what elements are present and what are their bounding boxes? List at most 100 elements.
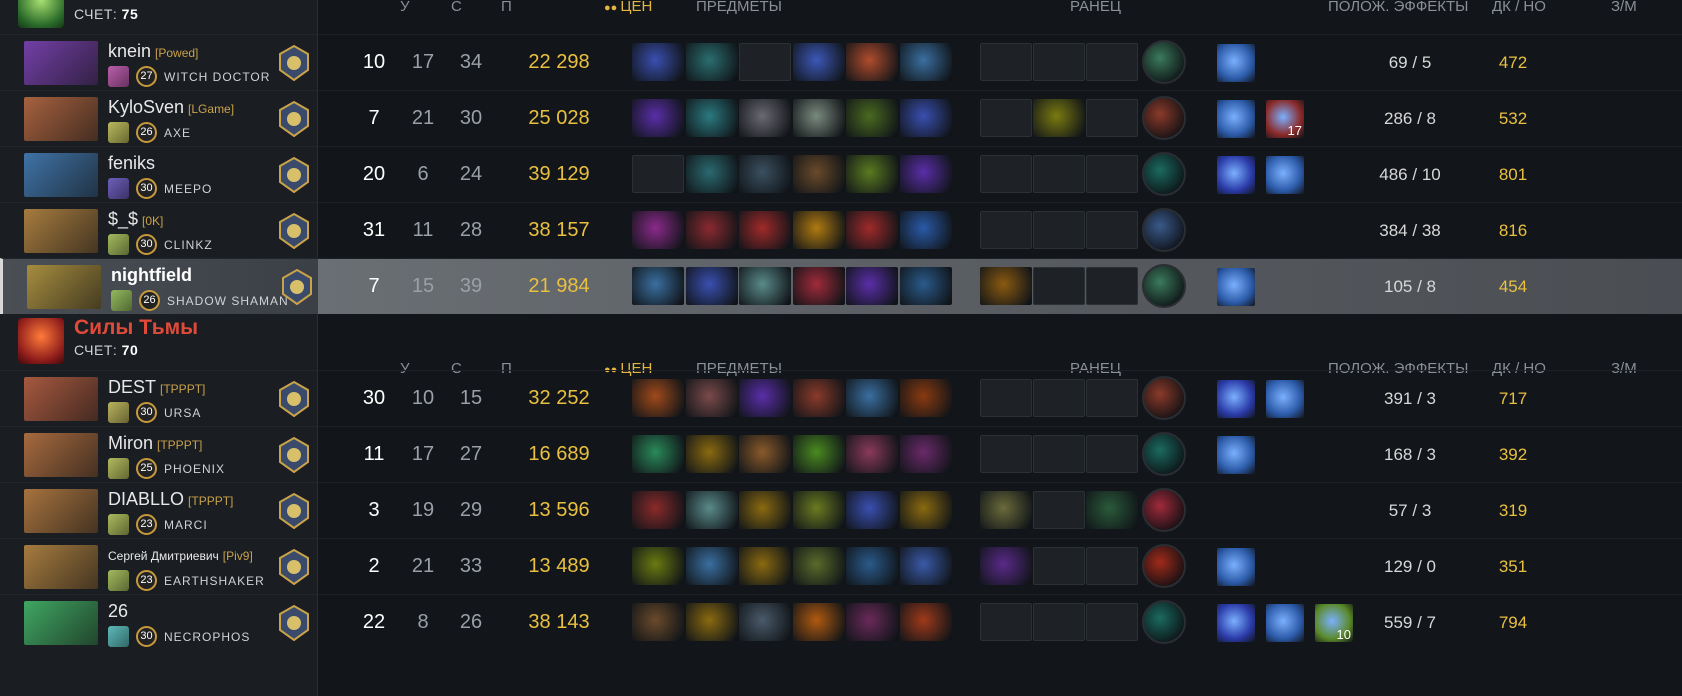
backpack-item-icon[interactable] [980, 547, 1032, 585]
neutral-item-icon[interactable] [1142, 432, 1186, 476]
hero-portrait[interactable] [24, 489, 98, 533]
player-row[interactable]: Miron [TPPPT] 25 PHOENIX [0, 426, 318, 482]
player-row[interactable]: 26 30 NECROPHOS [0, 594, 318, 650]
neutral-item-icon[interactable] [1142, 152, 1186, 196]
col-header-gold[interactable]: ●● ЦЕН [604, 0, 652, 15]
item-icon[interactable] [899, 491, 952, 529]
backpack-item-icon[interactable] [980, 491, 1032, 529]
rank-medal-icon[interactable] [274, 435, 314, 475]
empty-backpack-slot[interactable] [1086, 603, 1138, 641]
stats-row[interactable]: 22 8 26 38 143 10 559 / 7 794 [318, 594, 1682, 650]
rank-medal-icon[interactable] [277, 267, 317, 307]
item-icon[interactable] [792, 491, 845, 529]
neutral-item-icon[interactable] [1142, 96, 1186, 140]
item-icon[interactable] [899, 43, 952, 81]
item-icon[interactable] [685, 603, 738, 641]
item-icon[interactable] [739, 155, 791, 193]
item-icon[interactable] [739, 99, 791, 137]
player-row[interactable]: feniks 30 MEEPO [0, 146, 318, 202]
empty-backpack-slot[interactable] [1086, 43, 1138, 81]
hero-portrait[interactable] [24, 41, 98, 85]
empty-backpack-slot[interactable] [1033, 435, 1085, 473]
buff-icon[interactable]: 10 [1315, 604, 1353, 642]
rank-medal-icon[interactable] [274, 43, 314, 83]
buff-icon[interactable]: 17 [1266, 100, 1304, 138]
buff-icon[interactable] [1217, 44, 1255, 82]
hero-portrait[interactable] [24, 545, 98, 589]
col-header-d[interactable]: С [451, 0, 462, 15]
item-icon[interactable] [899, 267, 952, 305]
item-icon[interactable] [846, 435, 898, 473]
col-header-lhdn[interactable]: ДК / НО [1492, 0, 1546, 15]
item-icon[interactable] [739, 267, 791, 305]
backpack-item-icon[interactable] [980, 267, 1032, 305]
hero-portrait[interactable] [24, 153, 98, 197]
col-header-a[interactable]: П [501, 0, 512, 15]
empty-backpack-slot[interactable] [980, 211, 1032, 249]
item-icon[interactable] [685, 99, 738, 137]
buff-icon[interactable] [1217, 380, 1255, 418]
buff-icon[interactable] [1266, 604, 1304, 642]
item-icon[interactable] [846, 99, 898, 137]
item-icon[interactable] [899, 211, 952, 249]
rank-medal-icon[interactable] [274, 211, 314, 251]
buff-icon[interactable] [1217, 156, 1255, 194]
rank-medal-icon[interactable] [274, 379, 314, 419]
item-icon[interactable] [846, 547, 898, 585]
item-icon[interactable] [685, 435, 738, 473]
empty-backpack-slot[interactable] [1086, 211, 1138, 249]
rank-medal-icon[interactable] [274, 603, 314, 643]
item-icon[interactable] [632, 43, 684, 81]
item-icon[interactable] [685, 43, 738, 81]
empty-backpack-slot[interactable] [1033, 211, 1085, 249]
item-icon[interactable] [899, 155, 952, 193]
neutral-item-icon[interactable] [1142, 40, 1186, 84]
item-icon[interactable] [632, 547, 684, 585]
item-icon[interactable] [739, 603, 791, 641]
player-row[interactable]: DIABLLO [TPPPT] 23 MARCI [0, 482, 318, 538]
stats-row[interactable]: 20 6 24 39 129 486 / 10 801 [318, 146, 1682, 202]
item-icon[interactable] [899, 379, 952, 417]
item-icon[interactable] [739, 435, 791, 473]
item-icon[interactable] [792, 211, 845, 249]
stats-row[interactable]: 2 21 33 13 489 129 / 0 351 [318, 538, 1682, 594]
item-icon[interactable] [685, 155, 738, 193]
item-icon[interactable] [739, 547, 791, 585]
item-icon[interactable] [632, 267, 684, 305]
stats-row[interactable]: 10 17 34 22 298 69 / 5 472 [318, 34, 1682, 90]
item-icon[interactable] [792, 603, 845, 641]
buff-icon[interactable] [1217, 100, 1255, 138]
hero-portrait[interactable] [24, 377, 98, 421]
item-icon[interactable] [846, 491, 898, 529]
item-icon[interactable] [846, 267, 898, 305]
item-icon[interactable] [899, 99, 952, 137]
hero-portrait[interactable] [24, 209, 98, 253]
hero-portrait[interactable] [27, 265, 101, 309]
item-icon[interactable] [792, 155, 845, 193]
item-icon[interactable] [792, 267, 845, 305]
stats-row[interactable]: 31 11 28 38 157 384 / 38 816 [318, 202, 1682, 258]
empty-backpack-slot[interactable] [1086, 99, 1138, 137]
backpack-item-icon[interactable] [1086, 491, 1138, 529]
empty-backpack-slot[interactable] [1086, 267, 1138, 305]
item-icon[interactable] [792, 43, 845, 81]
empty-backpack-slot[interactable] [1086, 435, 1138, 473]
item-icon[interactable] [846, 155, 898, 193]
item-icon[interactable] [739, 491, 791, 529]
stats-row[interactable]: 7 21 30 25 028 17 286 / 8 532 [318, 90, 1682, 146]
neutral-item-icon[interactable] [1142, 600, 1186, 644]
buff-icon[interactable] [1266, 380, 1304, 418]
item-icon[interactable] [792, 547, 845, 585]
buff-icon[interactable] [1217, 548, 1255, 586]
hero-portrait[interactable] [24, 97, 98, 141]
neutral-item-icon[interactable] [1142, 208, 1186, 252]
empty-backpack-slot[interactable] [1086, 379, 1138, 417]
backpack-item-icon[interactable] [1033, 99, 1085, 137]
buff-icon[interactable] [1217, 268, 1255, 306]
neutral-item-icon[interactable] [1142, 544, 1186, 588]
empty-backpack-slot[interactable] [1086, 547, 1138, 585]
item-icon[interactable] [846, 211, 898, 249]
rank-medal-icon[interactable] [274, 99, 314, 139]
player-row[interactable]: KyloSven [LGame] 26 AXE [0, 90, 318, 146]
item-icon[interactable] [632, 379, 684, 417]
